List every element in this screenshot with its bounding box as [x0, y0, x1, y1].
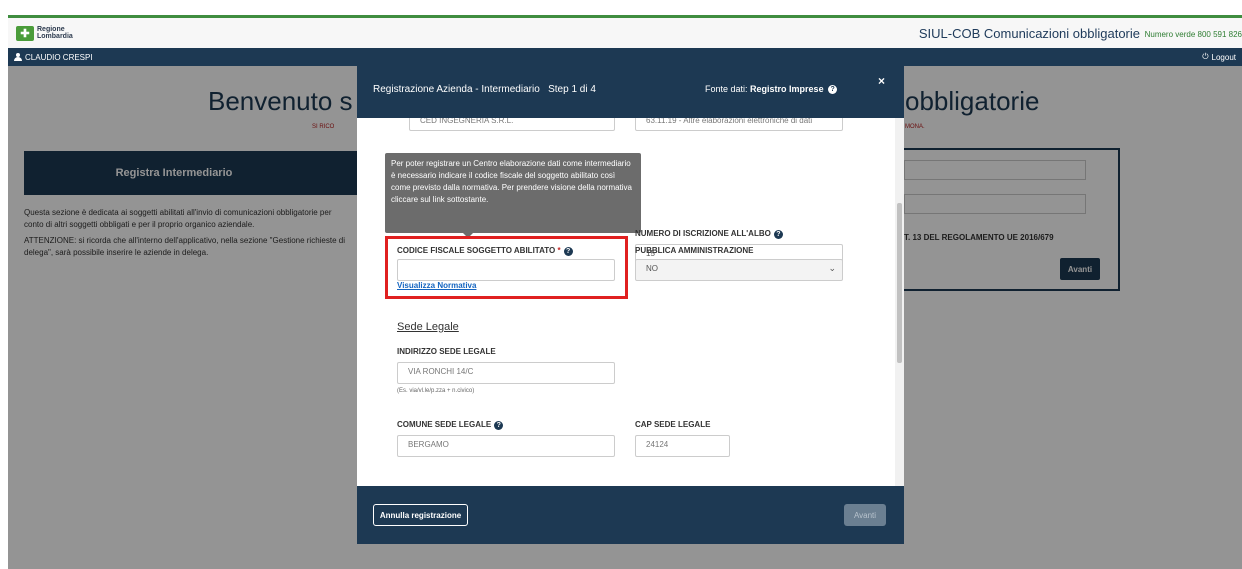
visualizza-normativa-link[interactable]: Visualizza Normativa [397, 281, 476, 290]
site-header: ✚ Regione Lombardia SIUL-COB Comunicazio… [8, 18, 1242, 48]
cf-label: CODICE FISCALE SOGGETTO ABILITATO *? [397, 246, 573, 256]
logout-button[interactable]: ⏻ Logout [1202, 52, 1236, 62]
data-source: Fonte dati: Registro Imprese ? [705, 84, 838, 95]
hotline-number: Numero verde 800 591 826 [1144, 30, 1242, 39]
ateco-field[interactable]: 63.11.19 - Altre elaborazioni elettronic… [635, 118, 843, 131]
scroll-thumb[interactable] [897, 203, 902, 363]
help-icon[interactable]: ? [563, 247, 573, 256]
modal-body: CED INGEGNERIA S.R.L. 63.11.19 - Altre e… [357, 118, 904, 486]
sede-legale-title: Sede Legale [397, 321, 459, 333]
modal-title: Registrazione Azienda - Intermediario St… [373, 84, 596, 95]
avanti-button[interactable]: Avanti [844, 504, 886, 526]
logo-line2: Lombardia [37, 33, 73, 40]
info-icon[interactable]: ? [828, 85, 838, 95]
modal-footer: Annulla registrazione Avanti [357, 486, 904, 544]
comune-label: COMUNE SEDE LEGALE? [397, 420, 504, 430]
cap-input[interactable]: 24124 [635, 435, 730, 457]
app-title: SIUL-COB Comunicazioni obbligatorie [918, 26, 1140, 41]
pa-select[interactable]: NO ⌄ [635, 259, 843, 281]
user-name: CLAUDIO CRESPI [25, 52, 93, 62]
pa-value: NO [646, 264, 658, 273]
power-icon: ⏻ [1202, 52, 1209, 61]
comune-input[interactable]: BERGAMO [397, 435, 615, 457]
cf-input[interactable] [397, 259, 615, 281]
modal-scrollbar[interactable] [895, 118, 904, 486]
help-icon[interactable]: ? [494, 421, 504, 430]
help-icon[interactable]: ? [773, 230, 783, 239]
close-button[interactable]: × [878, 74, 885, 88]
pa-label: PUBBLICA AMMINISTRAZIONE [635, 246, 754, 255]
indirizzo-input[interactable]: VIA RONCHI 14/C [397, 362, 615, 384]
indirizzo-label: INDIRIZZO SEDE LEGALE [397, 347, 496, 356]
registration-modal: Registrazione Azienda - Intermediario St… [357, 58, 904, 544]
regione-logo[interactable]: ✚ Regione Lombardia [16, 25, 73, 41]
logo-line1: Regione [37, 26, 65, 33]
logout-label: Logout [1211, 52, 1236, 62]
user-icon [14, 53, 22, 61]
cf-tooltip: Per poter registrare un Centro elaborazi… [385, 153, 641, 238]
annulla-registrazione-button[interactable]: Annulla registrazione [373, 504, 468, 526]
source-label: Fonte dati: [705, 84, 748, 94]
ragione-sociale-field[interactable]: CED INGEGNERIA S.R.L. [409, 118, 615, 131]
user-info: CLAUDIO CRESPI [14, 53, 93, 62]
albo-label: NUMERO DI ISCRIZIONE ALL'ALBO? [635, 229, 783, 239]
chevron-down-icon: ⌄ [828, 263, 836, 273]
logo-icon: ✚ [16, 25, 34, 41]
modal-header: Registrazione Azienda - Intermediario St… [357, 58, 904, 118]
required-marker: * [557, 246, 561, 255]
source-value: Registro Imprese [750, 84, 824, 94]
cap-label: CAP SEDE LEGALE [635, 420, 711, 429]
indirizzo-hint: (Es. via/vl.le/p.zza + n.civico) [397, 388, 475, 394]
